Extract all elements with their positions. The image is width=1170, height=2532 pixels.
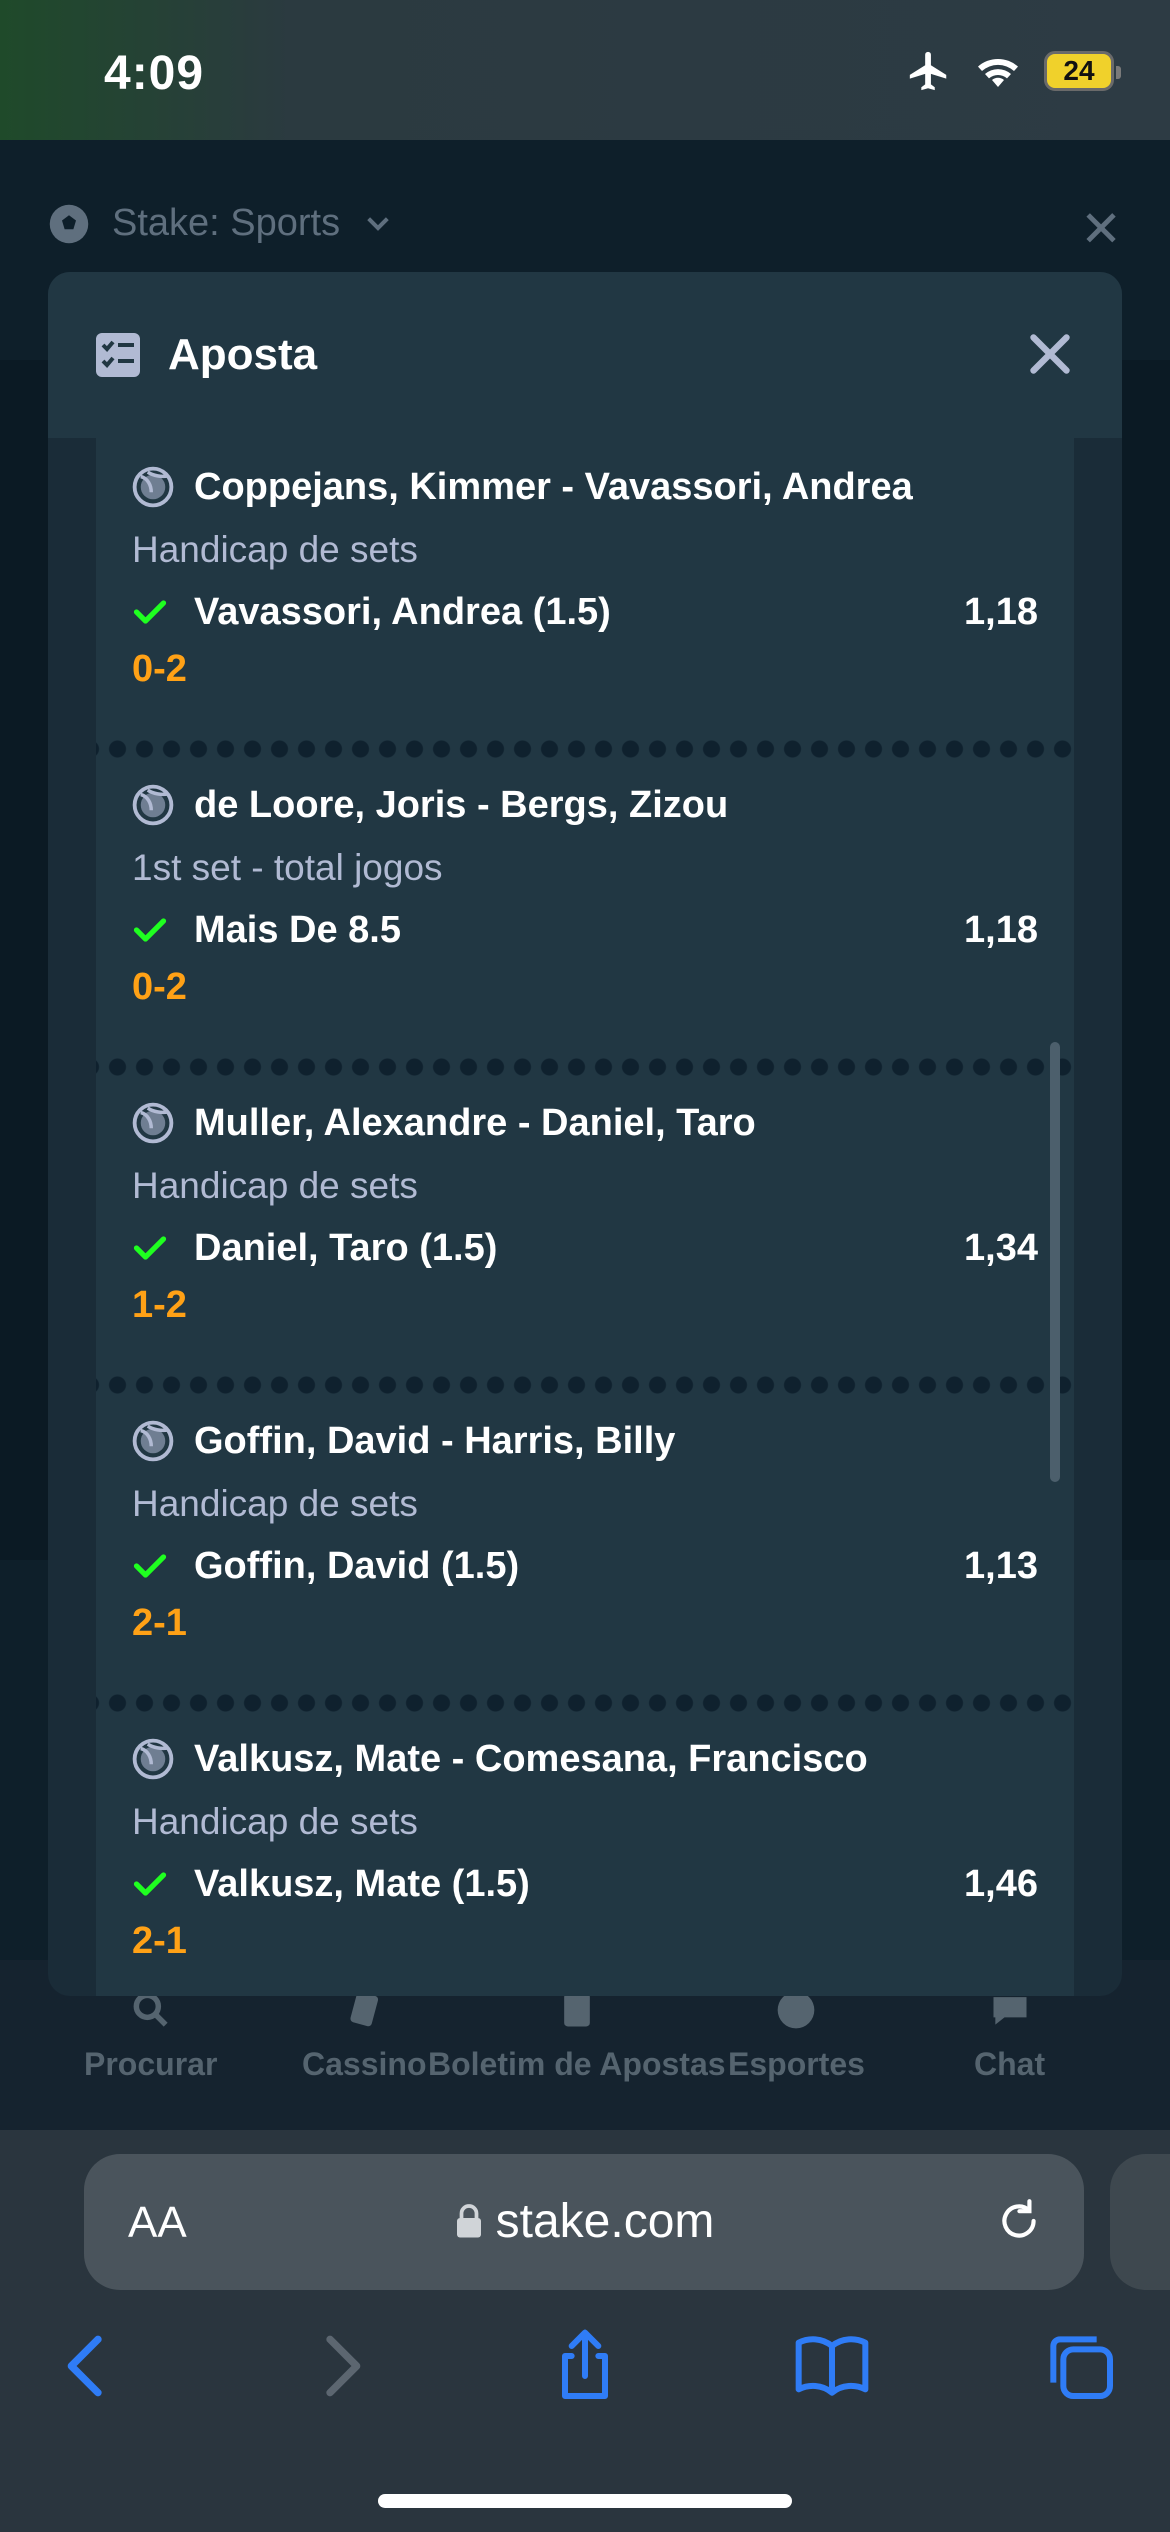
nav-label: Esportes bbox=[728, 2046, 865, 2082]
url-text: stake.com bbox=[495, 2195, 715, 2248]
bet-selection: Mais De 8.5 bbox=[194, 908, 401, 951]
bet-score: 2-1 bbox=[132, 1602, 187, 1644]
bet-match: de Loore, Joris - Bergs, Zizou bbox=[194, 783, 729, 826]
bet-score: 0-2 bbox=[132, 648, 187, 690]
address-bar[interactable]: AA stake.com bbox=[84, 2154, 1084, 2290]
sport-title: Stake: Sports bbox=[112, 202, 341, 244]
next-tab-peek[interactable] bbox=[1110, 2154, 1170, 2290]
bet-match: Coppejans, Kimmer - Vavassori, Andrea bbox=[194, 465, 913, 508]
check-icon bbox=[133, 1554, 167, 1578]
battery-icon: 24 bbox=[1044, 51, 1121, 91]
bet-odds: 1,18 bbox=[964, 908, 1038, 951]
bet-selection: Daniel, Taro (1.5) bbox=[194, 1226, 498, 1269]
close-icon[interactable] bbox=[1028, 332, 1072, 376]
bet-odds: 1,13 bbox=[964, 1544, 1038, 1587]
bet-item[interactable]: Goffin, David - Harris, Billy Handicap de… bbox=[96, 1392, 1074, 1712]
chevron-down-icon bbox=[367, 216, 389, 231]
page-close-icon[interactable]: ✕ bbox=[1080, 204, 1122, 254]
bet-market: Handicap de sets bbox=[132, 1801, 418, 1842]
nav-label: Boletim de Apostas bbox=[428, 2046, 726, 2082]
bet-odds: 1,46 bbox=[964, 1862, 1038, 1905]
nav-item-sports[interactable]: Esportes bbox=[728, 1988, 865, 2083]
share-icon[interactable] bbox=[545, 2326, 625, 2406]
bet-match: Goffin, David - Harris, Billy bbox=[194, 1419, 676, 1462]
nav-label: Procurar bbox=[84, 2046, 218, 2082]
back-icon[interactable] bbox=[48, 2326, 128, 2406]
check-icon bbox=[133, 600, 167, 624]
nav-item-chat[interactable]: Chat bbox=[974, 1988, 1045, 2083]
status-bar: 4:09 24 bbox=[0, 0, 1170, 140]
bet-match: Valkusz, Mate - Comesana, Francisco bbox=[194, 1737, 868, 1780]
bet-match-row: Valkusz, Mate - Comesana, Francisco bbox=[132, 1730, 1038, 1788]
nav-item-casino[interactable]: Cassino bbox=[302, 1988, 426, 2083]
bet-modal: Aposta Coppejans, Kimmer - Vavassori, An… bbox=[48, 272, 1122, 1996]
status-icons: 24 bbox=[906, 48, 1121, 94]
lock-icon bbox=[456, 2204, 481, 2238]
check-icon bbox=[133, 918, 167, 942]
bet-selection-row: Goffin, David (1.5) 1,13 bbox=[132, 1534, 1038, 1598]
bookmarks-icon[interactable] bbox=[792, 2326, 872, 2406]
bet-score: 1-2 bbox=[132, 1284, 187, 1326]
betslip-checklist-icon bbox=[96, 333, 140, 377]
bet-match-row: Coppejans, Kimmer - Vavassori, Andrea bbox=[132, 458, 1038, 516]
bet-item[interactable]: Muller, Alexandre - Daniel, Taro Handicap… bbox=[96, 1074, 1074, 1394]
tennis-ball-icon bbox=[132, 784, 174, 826]
modal-title: Aposta bbox=[168, 330, 318, 379]
wifi-icon bbox=[978, 58, 1018, 87]
airplane-icon bbox=[909, 51, 947, 91]
bet-selection-row: Valkusz, Mate (1.5) 1,46 bbox=[132, 1852, 1038, 1916]
bets-list[interactable]: Coppejans, Kimmer - Vavassori, Andrea Han… bbox=[96, 438, 1074, 1996]
bet-selection: Goffin, David (1.5) bbox=[194, 1544, 520, 1587]
bet-score: 2-1 bbox=[132, 1920, 187, 1962]
soccer-ball-icon bbox=[49, 204, 89, 243]
bet-item[interactable]: Valkusz, Mate - Comesana, Francisco Handi… bbox=[96, 1710, 1074, 1996]
bet-match: Muller, Alexandre - Daniel, Taro bbox=[194, 1101, 756, 1144]
tennis-ball-icon bbox=[132, 466, 174, 508]
bet-match-row: Goffin, David - Harris, Billy bbox=[132, 1412, 1038, 1470]
scrollbar[interactable] bbox=[1050, 1042, 1060, 1482]
bet-selection-row: Daniel, Taro (1.5) 1,34 bbox=[132, 1216, 1038, 1280]
bet-selection: Valkusz, Mate (1.5) bbox=[194, 1862, 530, 1905]
status-time: 4:09 bbox=[104, 47, 205, 100]
browser-chrome: AA stake.com bbox=[0, 2130, 1170, 2532]
bet-match-row: Muller, Alexandre - Daniel, Taro bbox=[132, 1094, 1038, 1152]
tennis-ball-icon bbox=[132, 1420, 174, 1462]
bet-selection: Vavassori, Andrea (1.5) bbox=[194, 590, 611, 633]
forward-icon[interactable] bbox=[300, 2326, 380, 2406]
tennis-ball-icon bbox=[132, 1738, 174, 1780]
bet-item[interactable]: Coppejans, Kimmer - Vavassori, Andrea Han… bbox=[96, 438, 1074, 758]
bet-market: Handicap de sets bbox=[132, 1165, 418, 1206]
check-icon bbox=[133, 1872, 167, 1896]
reload-icon[interactable] bbox=[994, 2196, 1044, 2246]
nav-label: Cassino bbox=[302, 2046, 427, 2082]
bet-selection-row: Vavassori, Andrea (1.5) 1,18 bbox=[132, 580, 1038, 644]
bet-market: Handicap de sets bbox=[132, 529, 418, 570]
bet-score: 0-2 bbox=[132, 966, 187, 1008]
bet-market: 1st set - total jogos bbox=[132, 847, 443, 888]
sport-selector[interactable]: Stake: Sports bbox=[48, 202, 394, 245]
modal-header: Aposta bbox=[48, 272, 1122, 438]
bet-market: Handicap de sets bbox=[132, 1483, 418, 1524]
nav-item-betslip[interactable]: Boletim de Apostas bbox=[428, 1988, 726, 2083]
bet-selection-row: Mais De 8.5 1,18 bbox=[132, 898, 1038, 962]
bet-item[interactable]: de Loore, Joris - Bergs, Zizou 1st set - … bbox=[96, 756, 1074, 1076]
bet-odds: 1,18 bbox=[964, 590, 1038, 633]
tabs-icon[interactable] bbox=[1040, 2326, 1120, 2406]
bet-odds: 1,34 bbox=[964, 1226, 1038, 1269]
nav-item-search[interactable]: Procurar bbox=[84, 1988, 217, 2083]
nav-label: Chat bbox=[974, 2046, 1046, 2082]
bet-match-row: de Loore, Joris - Bergs, Zizou bbox=[132, 776, 1038, 834]
tennis-ball-icon bbox=[132, 1102, 174, 1144]
check-icon bbox=[133, 1236, 167, 1260]
home-indicator bbox=[378, 2494, 792, 2508]
url-display[interactable]: stake.com bbox=[84, 2194, 1084, 2249]
